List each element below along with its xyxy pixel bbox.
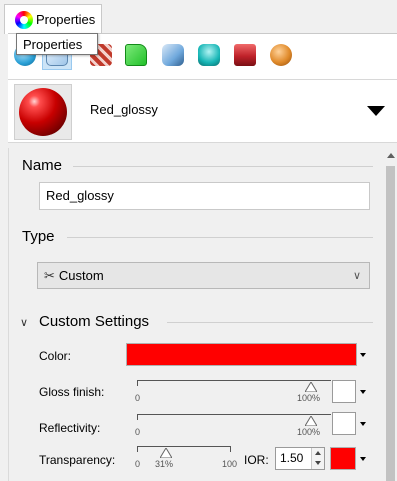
color-swatch[interactable]: [126, 343, 357, 366]
material-name-label: Red_glossy: [90, 102, 158, 117]
chevron-down-icon: ∨: [352, 270, 361, 282]
ground-plane-button[interactable]: [266, 40, 296, 70]
custom-type-icon: ✂: [44, 267, 55, 283]
gloss-min-label: 0: [135, 393, 141, 403]
environment-icon: [198, 44, 220, 66]
material-thumbnail: [14, 84, 72, 140]
name-section-label: Name: [22, 157, 63, 174]
custom-settings-label[interactable]: Custom Settings: [39, 313, 149, 330]
panel-tab-strip: Properties: [0, 0, 397, 34]
tab-properties[interactable]: Properties: [4, 4, 102, 34]
scrollbar-thumb[interactable]: [386, 166, 395, 481]
ground-plane-icon: [270, 44, 292, 66]
reflectivity-min-label: 0: [135, 427, 141, 437]
reflectivity-color-swatch[interactable]: [332, 412, 356, 435]
ior-input[interactable]: 1.50: [275, 447, 325, 470]
render-button[interactable]: [230, 40, 260, 70]
type-section-label: Type: [22, 228, 55, 245]
color-label: Color:: [39, 349, 72, 363]
reflectivity-slider-thumb[interactable]: [305, 416, 317, 426]
type-select[interactable]: ✂ Custom ∨: [37, 262, 370, 289]
decal-icon: [125, 44, 147, 66]
transparency-slider-track[interactable]: [137, 446, 231, 447]
ior-spinner[interactable]: [311, 448, 324, 469]
name-section-divider: [73, 166, 373, 167]
gloss-finish-label: Gloss finish:: [39, 385, 105, 399]
transparency-max-label: 100: [222, 459, 238, 469]
gloss-color-swatch[interactable]: [332, 380, 356, 403]
color-dropdown-arrow-icon[interactable]: [360, 353, 366, 357]
material-dropdown-arrow-icon[interactable]: [367, 106, 385, 116]
light-button[interactable]: [158, 40, 188, 70]
custom-settings-divider: [167, 322, 373, 323]
transparency-color-swatch[interactable]: [330, 447, 356, 470]
properties-content: Name Red_glossy Type ✂ Custom ∨ ∨ Custom…: [8, 148, 384, 481]
light-icon: [162, 44, 184, 66]
spin-down-icon[interactable]: [315, 461, 321, 465]
ior-value: 1.50: [280, 451, 304, 465]
transparency-label: Transparency:: [39, 453, 116, 467]
gloss-slider-thumb[interactable]: [305, 382, 317, 392]
scroll-up-arrow-icon[interactable]: [387, 153, 395, 158]
transparency-slider-thumb[interactable]: [160, 448, 173, 458]
decal-button[interactable]: [121, 40, 151, 70]
gloss-slider-track[interactable]: [137, 380, 331, 381]
reflectivity-label: Reflectivity:: [39, 421, 101, 435]
transparency-dropdown-arrow-icon[interactable]: [360, 457, 366, 461]
properties-icon: [15, 10, 33, 29]
tab-properties-label: Properties: [36, 12, 96, 27]
reflectivity-value-label: 100%: [297, 427, 321, 437]
reflectivity-slider-track[interactable]: [137, 414, 331, 415]
transparency-min-label: 0: [135, 459, 141, 469]
gloss-value-label: 100%: [297, 393, 321, 403]
transparency-value-label: 31%: [155, 459, 174, 469]
vertical-scrollbar[interactable]: [384, 148, 397, 481]
gloss-dropdown-arrow-icon[interactable]: [360, 390, 366, 394]
reflectivity-dropdown-arrow-icon[interactable]: [360, 422, 366, 426]
material-preview-sphere: [19, 88, 67, 136]
render-icon: [234, 44, 256, 66]
environment-button[interactable]: [194, 40, 224, 70]
spin-up-icon[interactable]: [315, 451, 321, 455]
ior-label: IOR:: [244, 453, 269, 467]
collapse-chevron-icon[interactable]: ∨: [20, 316, 28, 329]
material-name-input[interactable]: Red_glossy: [39, 182, 370, 210]
type-select-value: Custom: [58, 268, 104, 283]
material-header[interactable]: Red_glossy: [8, 79, 397, 143]
type-section-divider: [67, 237, 373, 238]
tooltip: Properties: [16, 33, 98, 55]
